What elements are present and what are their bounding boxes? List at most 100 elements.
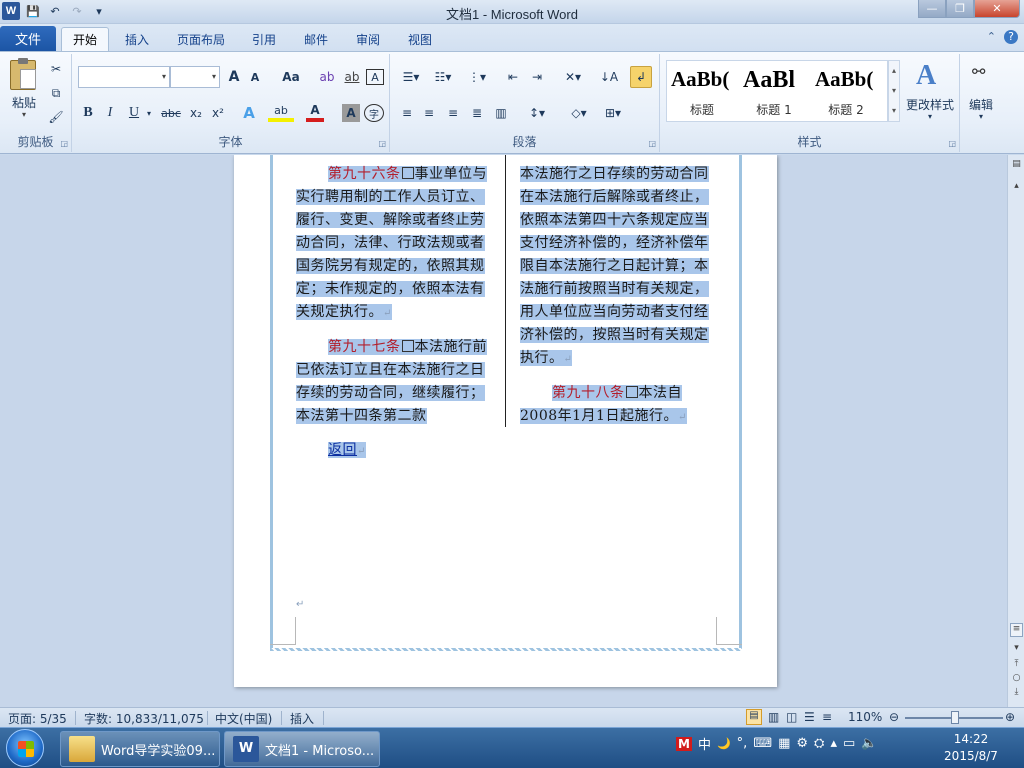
editing-button[interactable]: ⚯ 编辑 ▾ <box>962 58 1000 128</box>
document-area[interactable]: 第九十六条 事业单位与实行聘用制的工作人员订立、履行、变更、解除或者终止劳动合同，… <box>0 155 1007 707</box>
paragraph-launcher-icon[interactable]: ◲ <box>648 139 656 148</box>
clipboard-launcher-icon[interactable]: ◲ <box>60 139 68 148</box>
ime-skin-icon[interactable]: ▦ <box>778 736 790 751</box>
taskbar-item-explorer[interactable]: Word导学实验09... <box>60 731 220 767</box>
ime-logo-icon[interactable]: M <box>676 736 692 751</box>
tab-insert[interactable]: 插入 <box>114 27 160 51</box>
copy-icon[interactable]: ⧉ <box>46 82 66 104</box>
styles-launcher-icon[interactable]: ◲ <box>948 139 956 148</box>
next-page-icon[interactable]: ⤓ <box>1010 687 1023 701</box>
print-layout-view-icon[interactable]: ▤ <box>746 709 762 725</box>
align-right-icon[interactable]: ≡ <box>442 102 464 124</box>
browse-object-icon[interactable]: ○ <box>1010 673 1023 687</box>
bullets-icon[interactable]: ☰▾ <box>396 66 426 88</box>
sort-icon[interactable]: ↓A <box>598 66 620 88</box>
paragraph-article-97[interactable]: 第九十七条 本法施行前已依法订立且在本法施行之日存续的劳动合同，继续履行；本法第十… <box>296 336 498 428</box>
change-styles-button[interactable]: A 更改样式 ▾ <box>902 58 958 128</box>
char-shading-button[interactable]: A <box>342 104 360 122</box>
collapse-ribbon-icon[interactable]: ⌃ <box>987 30 996 44</box>
numbering-icon[interactable]: ☷▾ <box>428 66 458 88</box>
styles-scroll[interactable]: ▴ ▾ ▾ <box>888 60 900 122</box>
left-column[interactable]: 第九十六条 事业单位与实行聘用制的工作人员订立、履行、变更、解除或者终止劳动合同，… <box>296 163 498 474</box>
font-launcher-icon[interactable]: ◲ <box>378 139 386 148</box>
align-center-icon[interactable]: ≡ <box>418 102 440 124</box>
ime-mode[interactable]: 中 <box>698 734 711 753</box>
italic-button[interactable]: I <box>100 102 120 124</box>
font-name-combo[interactable]: ▾ <box>78 66 170 88</box>
scroll-down-icon[interactable]: ▾ <box>1010 643 1023 657</box>
zoom-level[interactable]: 110% <box>848 710 882 724</box>
char-border-button[interactable]: A <box>366 69 384 85</box>
language-indicator[interactable]: 中文(中国) <box>215 710 272 727</box>
underline-dropdown-icon[interactable]: ▾ <box>144 102 154 124</box>
prev-page-icon[interactable]: ⤒ <box>1010 659 1023 673</box>
tab-mailings[interactable]: 邮件 <box>294 27 338 51</box>
tab-file[interactable]: 文件 <box>0 26 56 51</box>
tray-expand-icon[interactable]: ▴ <box>830 736 837 751</box>
underline-button[interactable]: U <box>124 102 144 124</box>
enclose-char-button[interactable]: 字 <box>364 104 384 122</box>
web-layout-view-icon[interactable]: ◫ <box>786 710 797 724</box>
document-page[interactable]: 第九十六条 事业单位与实行聘用制的工作人员订立、履行、变更、解除或者终止劳动合同，… <box>234 155 777 687</box>
style-heading-2[interactable]: AaBb( 标题 2 <box>811 61 881 121</box>
change-case-button[interactable]: Aa <box>276 66 306 88</box>
chinese-layout-icon[interactable]: ✕▾ <box>558 66 588 88</box>
ime-settings-icon[interactable]: ⛭ <box>814 736 824 751</box>
right-column[interactable]: 本法施行之日存续的劳动合同在本法施行后解除或者终止，依照本法第四十六条规定应当支… <box>520 163 716 440</box>
text-effects-button[interactable]: A <box>238 102 260 124</box>
style-title[interactable]: AaBb( 标题 <box>667 61 737 121</box>
tab-references[interactable]: 引用 <box>242 27 286 51</box>
close-button[interactable]: ✕ <box>974 0 1020 18</box>
taskbar-item-word[interactable]: W 文档1 - Microso... <box>224 731 380 767</box>
insert-mode[interactable]: 插入 <box>290 710 314 727</box>
increase-indent-icon[interactable]: ⇥ <box>526 66 548 88</box>
paste-button[interactable]: 粘贴 ▾ <box>6 58 42 119</box>
keyboard-icon[interactable]: ⌨ <box>753 736 772 751</box>
zoom-out-icon[interactable]: ⊖ <box>889 710 899 724</box>
full-screen-view-icon[interactable]: ▥ <box>768 710 779 724</box>
font-color-button[interactable]: A <box>306 102 324 122</box>
back-link[interactable]: 返回 <box>328 442 357 458</box>
punctuation-icon[interactable]: °, <box>737 736 748 751</box>
ime-tools-icon[interactable]: ⚙ <box>796 736 808 751</box>
clear-format-icon[interactable]: ab <box>340 66 364 88</box>
vertical-scrollbar[interactable]: ▤ ▴ ≡ ▾ ⤒ ○ ⤓ <box>1007 155 1024 707</box>
highlight-button[interactable]: ab <box>268 102 294 122</box>
bold-button[interactable]: B <box>78 102 98 124</box>
justify-icon[interactable]: ≣ <box>466 102 488 124</box>
decrease-indent-icon[interactable]: ⇤ <box>502 66 524 88</box>
draft-view-icon[interactable]: ≡ <box>822 710 832 724</box>
subscript-button[interactable]: x₂ <box>186 102 206 124</box>
zoom-in-icon[interactable]: ⊕ <box>1005 710 1015 724</box>
tab-review[interactable]: 审阅 <box>346 27 390 51</box>
maximize-button[interactable]: ❐ <box>946 0 974 18</box>
paragraph-article-98[interactable]: 第九十八条 本法自2008年1月1日起施行。↵ <box>520 382 716 429</box>
help-icon[interactable]: ? <box>1004 30 1018 44</box>
shading-icon[interactable]: ◇▾ <box>564 102 594 124</box>
volume-icon[interactable]: 🔈 <box>861 736 877 751</box>
word-count[interactable]: 字数: 10,833/11,075 <box>84 710 204 727</box>
phonetic-guide-icon[interactable]: ab <box>316 66 338 88</box>
format-painter-icon[interactable]: 🖌 <box>46 106 66 128</box>
line-spacing-icon[interactable]: ↕▾ <box>522 102 552 124</box>
grow-font-button[interactable]: A <box>224 66 244 88</box>
tab-page-layout[interactable]: 页面布局 <box>168 27 234 51</box>
scroll-thumb[interactable]: ≡ <box>1010 623 1023 637</box>
system-clock[interactable]: 14:22 2015/8/7 <box>936 731 1006 765</box>
shrink-font-button[interactable]: A <box>246 66 264 88</box>
distributed-icon[interactable]: ▥ <box>490 102 512 124</box>
scroll-up-icon[interactable]: ▴ <box>1010 181 1023 195</box>
half-width-icon[interactable]: 🌙 <box>717 737 731 750</box>
network-icon[interactable]: ▭ <box>843 736 855 751</box>
page-count[interactable]: 页面: 5/35 <box>8 710 67 727</box>
tab-view[interactable]: 视图 <box>398 27 442 51</box>
start-button[interactable] <box>6 729 44 767</box>
align-left-icon[interactable]: ≡ <box>396 102 418 124</box>
borders-icon[interactable]: ⊞▾ <box>598 102 628 124</box>
multilevel-list-icon[interactable]: ⋮▾ <box>462 66 492 88</box>
paragraph-continued[interactable]: 本法施行之日存续的劳动合同在本法施行后解除或者终止，依照本法第四十六条规定应当支… <box>520 163 716 371</box>
cut-icon[interactable]: ✂ <box>46 58 66 80</box>
outline-view-icon[interactable]: ☰ <box>804 710 815 724</box>
tab-home[interactable]: 开始 <box>61 27 109 51</box>
zoom-slider-thumb[interactable] <box>951 711 959 724</box>
